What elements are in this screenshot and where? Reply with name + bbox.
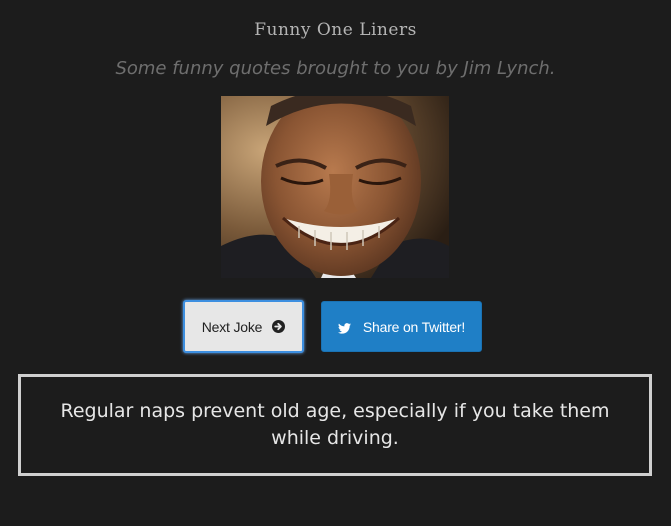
next-joke-button[interactable]: Next Joke	[183, 300, 304, 353]
share-twitter-button[interactable]: Share on Twitter!	[321, 301, 482, 352]
page-subtitle: Some funny quotes brought to you by Jim …	[115, 58, 556, 79]
page-title: Funny One Liners	[254, 20, 417, 40]
share-twitter-label: Share on Twitter!	[362, 318, 466, 335]
quote-box: Regular naps prevent old age, especially…	[18, 374, 652, 476]
quote-text: Regular naps prevent old age, especially…	[60, 400, 610, 449]
page: Funny One Liners Some funny quotes broug…	[0, 0, 671, 526]
next-joke-label: Next Joke	[201, 318, 263, 335]
twitter-icon	[337, 321, 351, 334]
laughing-face-photo	[221, 96, 449, 278]
arrow-circle-right-icon	[272, 320, 286, 333]
